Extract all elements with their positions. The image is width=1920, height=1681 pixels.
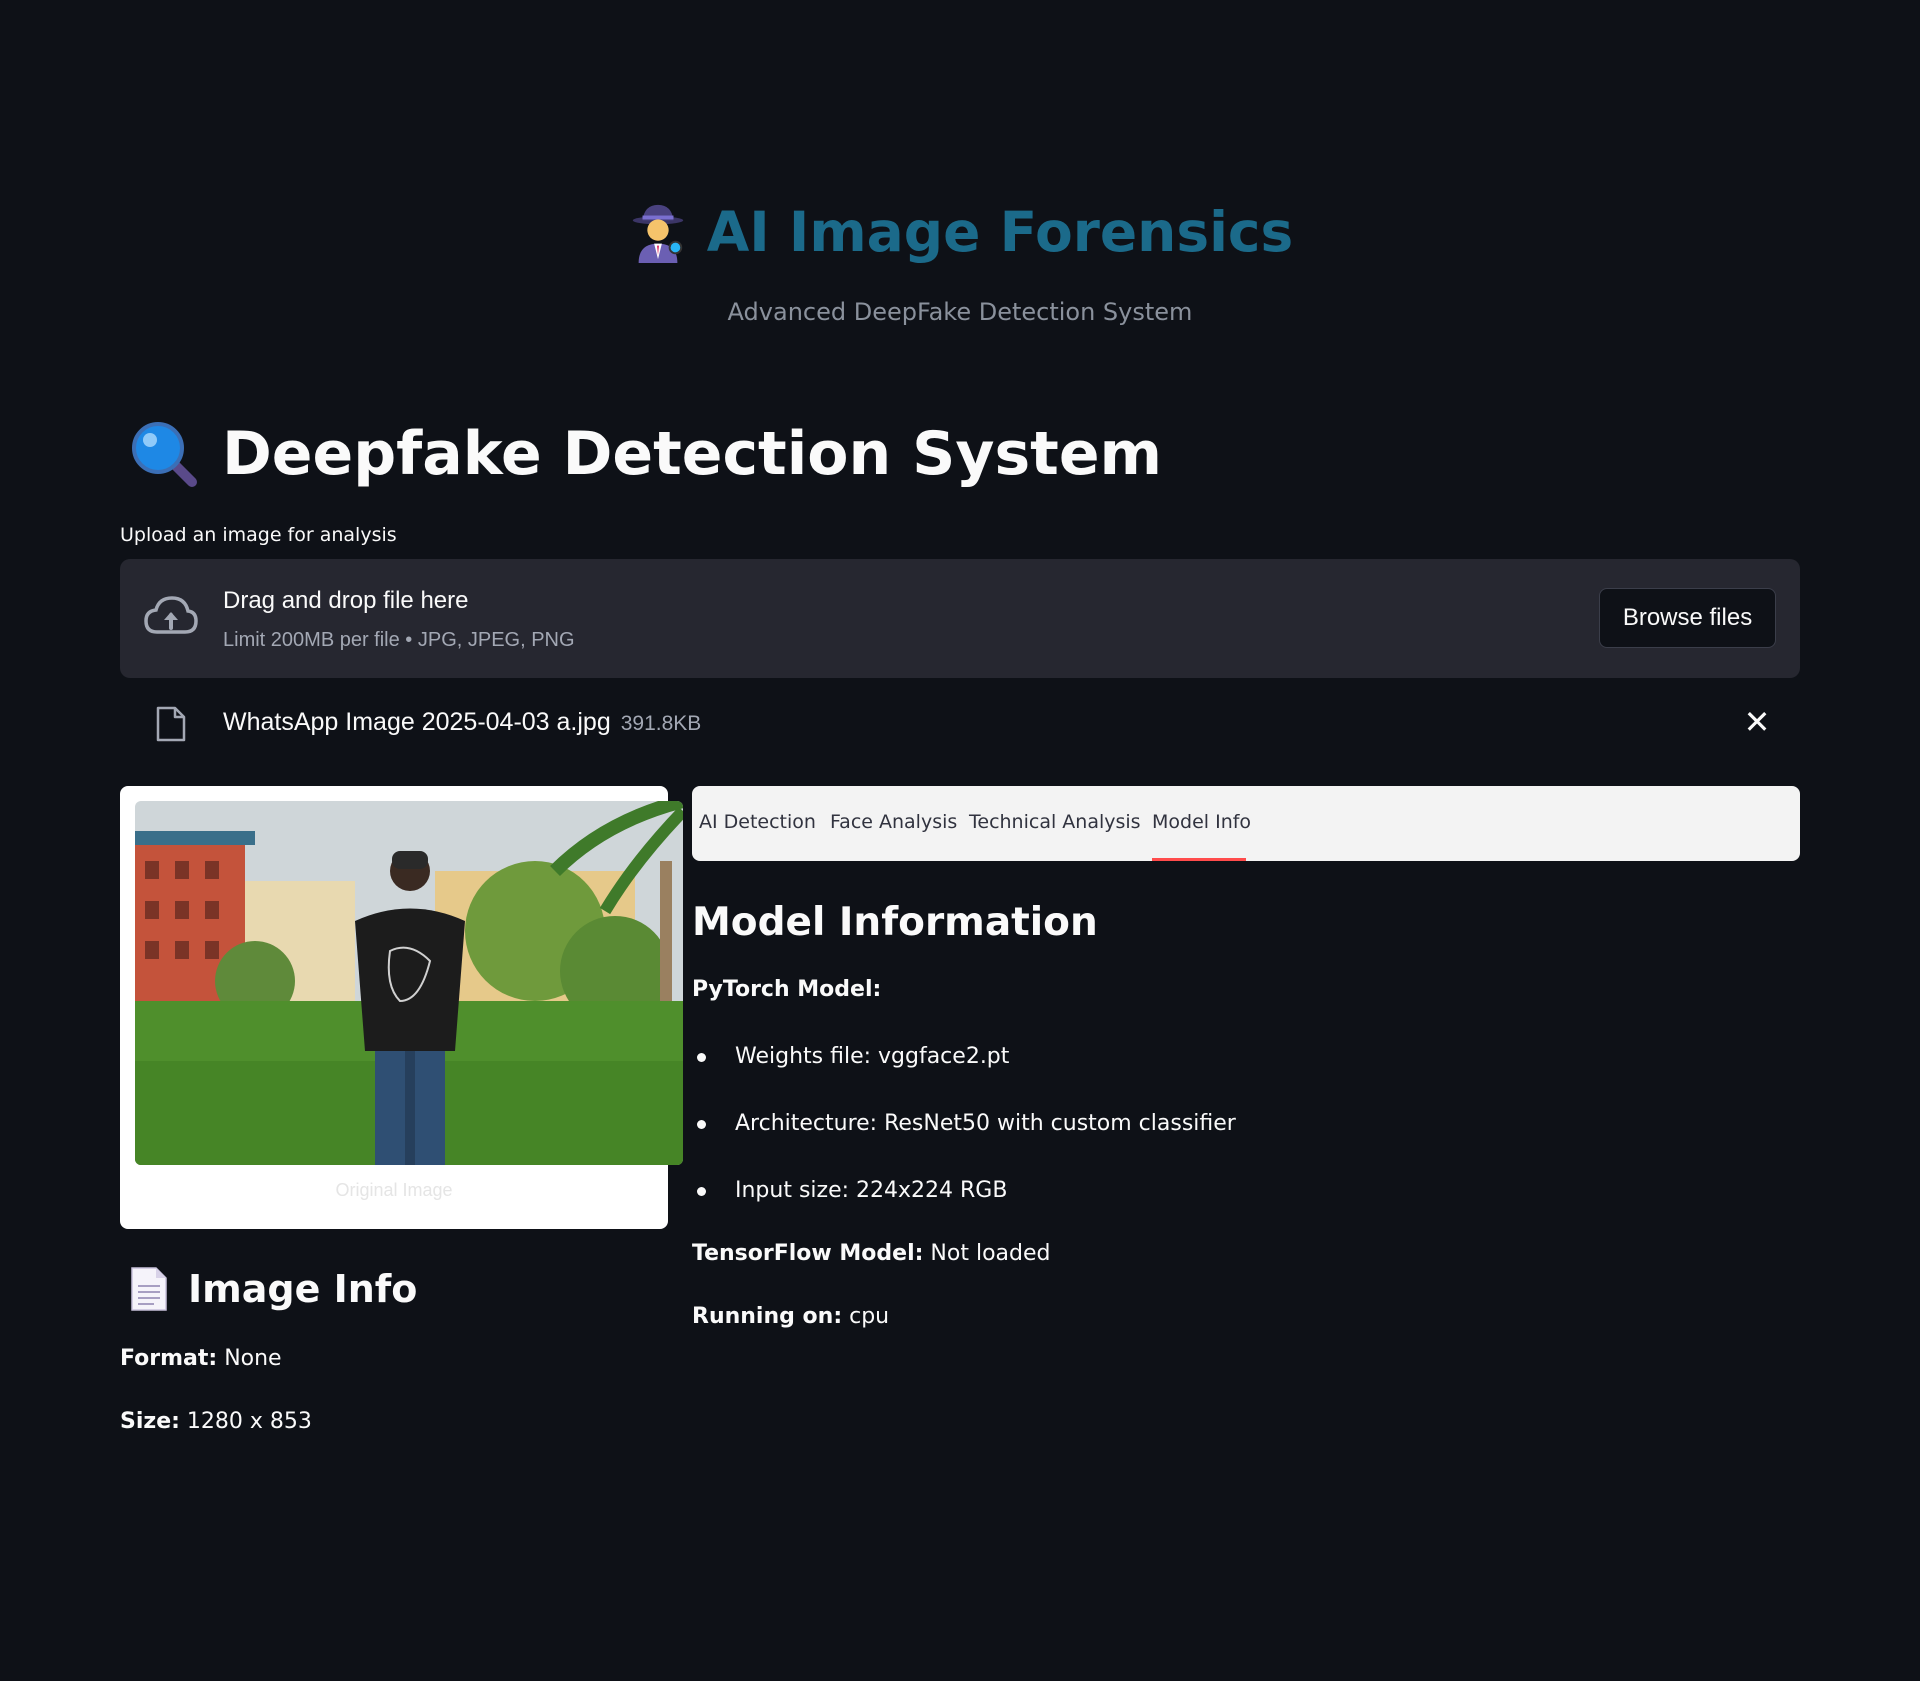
tab-technical-analysis[interactable]: Technical Analysis bbox=[969, 811, 1141, 833]
dropzone-limit: Limit 200MB per file • JPG, JPEG, PNG bbox=[223, 629, 575, 651]
tab-ai-detection[interactable]: AI Detection bbox=[699, 811, 816, 833]
tensorflow-value: Not loaded bbox=[930, 1241, 1051, 1266]
model-detail-item: Architecture: ResNet50 with custom class… bbox=[735, 1111, 1236, 1136]
app-header: AI Image Forensics Advanced DeepFake Det… bbox=[0, 200, 1920, 326]
bullet bbox=[697, 1120, 706, 1129]
image-size-line: Size: 1280 x 853 bbox=[120, 1409, 312, 1434]
page-title-text: Deepfake Detection System bbox=[222, 419, 1163, 489]
running-on-label: Running on: bbox=[692, 1304, 843, 1329]
format-value: None bbox=[224, 1346, 282, 1371]
model-detail-item: Weights file: vggface2.pt bbox=[735, 1044, 1010, 1069]
image-info-title: Image Info bbox=[188, 1267, 418, 1311]
running-on-line: Running on: cpu bbox=[692, 1304, 889, 1329]
image-info-heading: Image Info bbox=[128, 1266, 417, 1312]
uploaded-file-row: WhatsApp Image 2025-04-03 a.jpg 391.8KB ✕ bbox=[120, 694, 1800, 754]
app-title: AI Image Forensics bbox=[627, 200, 1294, 264]
active-tab-indicator bbox=[1152, 858, 1246, 861]
model-detail-item: Input size: 224x224 RGB bbox=[735, 1178, 1008, 1203]
upload-label: Upload an image for analysis bbox=[120, 524, 397, 546]
size-label: Size: bbox=[120, 1409, 180, 1434]
format-label: Format: bbox=[120, 1346, 218, 1371]
browse-files-button[interactable]: Browse files bbox=[1599, 588, 1776, 648]
size-value: 1280 x 853 bbox=[186, 1409, 312, 1434]
cloud-upload-icon bbox=[144, 596, 198, 634]
remove-file-close-icon[interactable]: ✕ bbox=[1742, 706, 1772, 738]
image-caption: Original Image bbox=[335, 1180, 453, 1200]
file-size: 391.8KB bbox=[620, 712, 702, 735]
app-subtitle: Advanced DeepFake Detection System bbox=[727, 298, 1193, 326]
photo-illustration bbox=[135, 801, 683, 1165]
app-title-text: AI Image Forensics bbox=[706, 200, 1294, 264]
image-preview-card: Original Image bbox=[120, 786, 683, 1229]
pytorch-model-label: PyTorch Model: bbox=[692, 977, 882, 1002]
magnifying-glass-icon bbox=[132, 422, 197, 487]
model-info-heading: Model Information bbox=[692, 900, 1098, 945]
tensorflow-model-line: TensorFlow Model: Not loaded bbox=[692, 1241, 1050, 1266]
running-on-value: cpu bbox=[849, 1304, 890, 1329]
document-icon bbox=[131, 1267, 167, 1311]
image-format-line: Format: None bbox=[120, 1346, 282, 1371]
tab-model-info[interactable]: Model Info bbox=[1152, 811, 1251, 833]
tensorflow-label: TensorFlow Model: bbox=[692, 1241, 924, 1266]
tab-face-analysis[interactable]: Face Analysis bbox=[830, 811, 957, 833]
uploaded-image bbox=[135, 801, 683, 1165]
file-icon bbox=[156, 706, 186, 742]
dropzone-instructions: Drag and drop file here bbox=[223, 587, 469, 614]
file-name-text: WhatsApp Image 2025-04-03 a.jpg bbox=[223, 708, 611, 736]
file-dropzone[interactable]: Drag and drop file here Limit 200MB per … bbox=[120, 559, 1800, 678]
bullet bbox=[697, 1053, 706, 1062]
analysis-tabs: AI Detection Face Analysis Technical Ana… bbox=[692, 786, 1800, 861]
uploaded-file-name: WhatsApp Image 2025-04-03 a.jpg 391.8KB bbox=[223, 708, 701, 737]
detective-icon bbox=[632, 204, 683, 263]
page-title: Deepfake Detection System bbox=[128, 418, 1162, 490]
bullet bbox=[697, 1187, 706, 1196]
